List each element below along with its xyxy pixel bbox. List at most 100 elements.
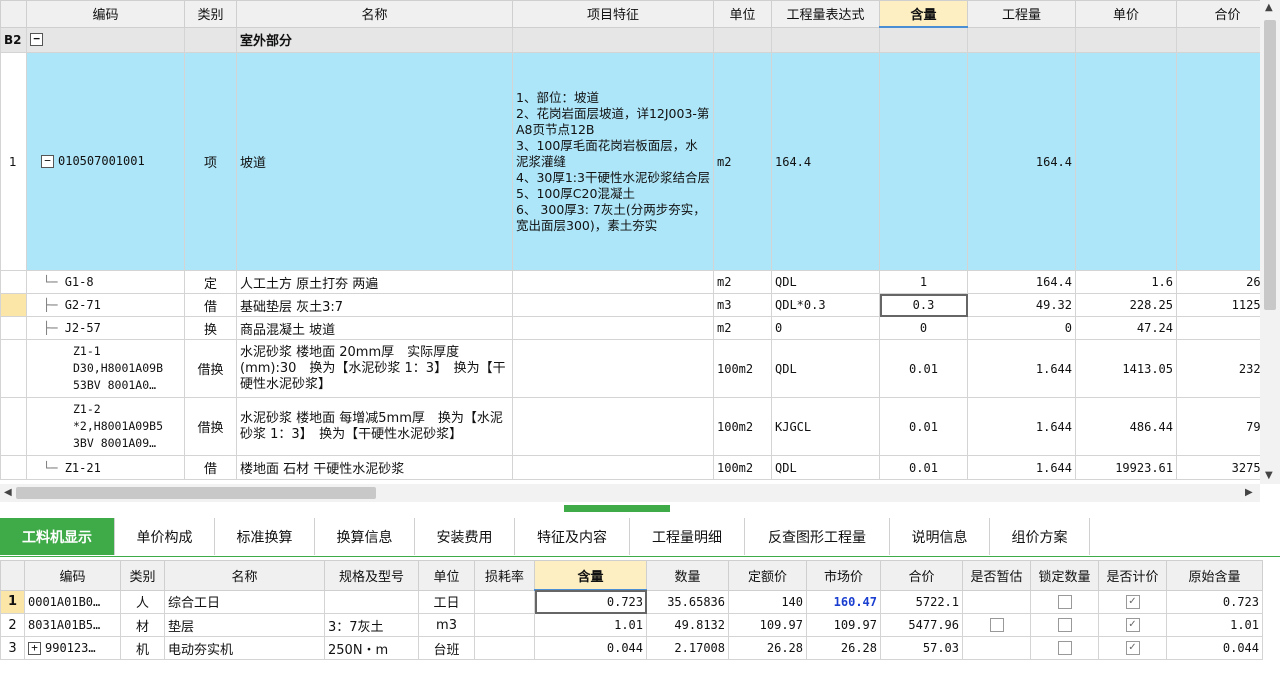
res-loss[interactable] xyxy=(474,589,535,614)
bottom-header-quota-price[interactable]: 定额价 xyxy=(728,560,807,591)
sub-name: 人工土方 原土打夯 两遍 xyxy=(236,270,513,294)
sub-content-selected-cell[interactable]: 0.3 xyxy=(879,293,968,317)
bottom-header-estimated[interactable]: 是否暂估 xyxy=(962,560,1031,591)
bottom-header-type[interactable]: 类别 xyxy=(120,560,165,591)
bottom-header-code[interactable]: 编码 xyxy=(24,560,121,591)
res-spec[interactable]: 3：7灰土 xyxy=(324,613,419,637)
bottom-header-total[interactable]: 合价 xyxy=(880,560,963,591)
collapse-toggle-icon[interactable]: − xyxy=(30,33,43,47)
table-row[interactable]: ├─ G2-71 借 基础垫层 灰土3:7 m3 QDL*0.3 0.3 49.… xyxy=(0,293,1260,317)
table-row[interactable]: 3 +990123… 机 电动夯实机 250N・m 台班 0.044 2.170… xyxy=(0,636,1263,660)
bottom-header-unit[interactable]: 单位 xyxy=(418,560,475,591)
main-expr[interactable]: 164.4 xyxy=(771,52,880,271)
bottom-header-market-price[interactable]: 市场价 xyxy=(806,560,881,591)
checkbox-icon[interactable] xyxy=(1057,641,1072,655)
res-content[interactable]: 0.044 xyxy=(534,636,647,660)
tab-installation-cost[interactable]: 安装费用 xyxy=(415,518,515,555)
table-row[interactable]: 2 8031A01B5… 材 垫层 3：7灰土 m3 1.01 49.8132 … xyxy=(0,613,1263,637)
bottom-header-spec[interactable]: 规格及型号 xyxy=(324,560,419,591)
res-name: 综合工日 xyxy=(164,589,325,614)
bottom-header-orig-content[interactable]: 原始含量 xyxy=(1166,560,1263,591)
tab-features-content[interactable]: 特征及内容 xyxy=(515,518,630,555)
right-arrow-icon[interactable]: ▶ xyxy=(1245,487,1253,498)
table-row[interactable]: └─ Z1-21 借 楼地面 石材 干硬性水泥砂浆 100m2 QDL 0.01… xyxy=(0,455,1260,480)
checkbox-icon[interactable] xyxy=(1057,618,1072,632)
top-header-qty[interactable]: 工程量 xyxy=(967,0,1076,28)
tab-reverse-graphic-quantity[interactable]: 反查图形工程量 xyxy=(745,518,890,555)
down-arrow-icon[interactable]: ▼ xyxy=(1265,470,1273,481)
res-market-price[interactable]: 160.47 xyxy=(806,589,881,614)
checkbox-icon[interactable] xyxy=(1057,594,1072,609)
check-icon[interactable]: ✓ xyxy=(1125,618,1140,632)
sub-content[interactable]: 1 xyxy=(879,270,968,294)
top-header-name[interactable]: 名称 xyxy=(236,0,513,28)
top-header-expr[interactable]: 工程量表达式 xyxy=(771,0,880,28)
resource-grid: 编码 类别 名称 规格及型号 单位 损耗率 含量 数量 定额价 市场价 合价 是… xyxy=(0,560,1263,660)
vertical-scrollbar[interactable]: ▲ ▼ xyxy=(1260,0,1280,484)
table-row[interactable]: Z1-1 D30,H8001A09B 53BV 8001A0… 借换 水泥砂浆 … xyxy=(0,339,1260,398)
horizontal-scrollbar[interactable]: ◀ ▶ xyxy=(0,484,1260,502)
table-row[interactable]: 1 0001A01B0… 人 综合工日 工日 0.723 35.65836 14… xyxy=(0,589,1263,614)
top-header-price[interactable]: 单价 xyxy=(1075,0,1177,28)
tab-unit-price-composition[interactable]: 单价构成 xyxy=(115,518,215,555)
res-name: 垫层 xyxy=(164,613,325,637)
bottom-header-content[interactable]: 含量 xyxy=(534,560,647,591)
sub-expr[interactable]: QDL*0.3 xyxy=(771,293,880,317)
sub-expr[interactable]: KJGCL xyxy=(771,397,880,456)
sub-content[interactable]: 0.01 xyxy=(879,455,968,480)
bottom-header-loss[interactable]: 损耗率 xyxy=(474,560,535,591)
expand-toggle-icon[interactable]: + xyxy=(28,642,41,655)
main-features[interactable]: 1、部位：坡道 2、花岗岩面层坡道，详12J003-第A8页节点12B 3、10… xyxy=(512,52,714,271)
sub-unit: m2 xyxy=(713,316,772,340)
top-header-features[interactable]: 项目特征 xyxy=(512,0,714,28)
main-content[interactable] xyxy=(879,52,968,271)
up-arrow-icon[interactable]: ▲ xyxy=(1265,2,1273,13)
res-market-price[interactable]: 109.97 xyxy=(806,613,881,637)
sub-expr[interactable]: 0 xyxy=(771,316,880,340)
vertical-scroll-thumb[interactable] xyxy=(1264,20,1276,310)
collapse-toggle-icon[interactable]: − xyxy=(41,155,54,168)
check-icon[interactable]: ✓ xyxy=(1125,641,1140,655)
bottom-header-row: 编码 类别 名称 规格及型号 单位 损耗率 含量 数量 定额价 市场价 合价 是… xyxy=(0,560,1263,591)
main-code-cell[interactable]: −010507001001 xyxy=(26,52,185,271)
sub-content[interactable]: 0.01 xyxy=(879,397,968,456)
res-spec[interactable] xyxy=(324,589,419,614)
tab-quantity-details[interactable]: 工程量明细 xyxy=(630,518,745,555)
res-spec[interactable]: 250N・m xyxy=(324,636,419,660)
sub-expr[interactable]: QDL xyxy=(771,455,880,480)
table-row[interactable]: Z1-2 *2,H8001A09B5 3BV 8001A09… 借换 水泥砂浆 … xyxy=(0,397,1260,456)
check-icon[interactable]: ✓ xyxy=(1125,594,1140,609)
left-arrow-icon[interactable]: ◀ xyxy=(4,487,12,498)
tab-pricing-plan[interactable]: 组价方案 xyxy=(990,518,1090,555)
table-row[interactable]: └─ G1-8 定 人工土方 原土打夯 两遍 m2 QDL 1 164.4 1.… xyxy=(0,270,1260,294)
main-item-row[interactable]: 1 −010507001001 项 坡道 1、部位：坡道 2、花岗岩面层坡道，详… xyxy=(0,52,1260,271)
bottom-header-lock-qty[interactable]: 锁定数量 xyxy=(1030,560,1099,591)
tab-standard-conversion[interactable]: 标准换算 xyxy=(215,518,315,555)
top-header-unit[interactable]: 单位 xyxy=(713,0,772,28)
tab-conversion-info[interactable]: 换算信息 xyxy=(315,518,415,555)
res-loss[interactable] xyxy=(474,613,535,637)
sub-content[interactable]: 0 xyxy=(879,316,968,340)
res-market-price[interactable]: 26.28 xyxy=(806,636,881,660)
tab-labor-material-machine[interactable]: 工料机显示 xyxy=(0,518,115,555)
res-loss[interactable] xyxy=(474,636,535,660)
top-header-type[interactable]: 类别 xyxy=(184,0,237,28)
section-row[interactable]: B2 − 室外部分 xyxy=(0,26,1260,53)
bottom-header-priced[interactable]: 是否计价 xyxy=(1098,560,1167,591)
res-content[interactable]: 1.01 xyxy=(534,613,647,637)
sub-expr[interactable]: QDL xyxy=(771,270,880,294)
top-header-code[interactable]: 编码 xyxy=(26,0,185,28)
top-header-total[interactable]: 合价 xyxy=(1176,0,1260,28)
horizontal-scroll-thumb[interactable] xyxy=(16,487,376,499)
bottom-header-qty[interactable]: 数量 xyxy=(646,560,729,591)
res-content-selected-cell[interactable]: 0.723 xyxy=(534,589,647,614)
tab-description-info[interactable]: 说明信息 xyxy=(890,518,990,555)
sub-unit: m3 xyxy=(713,293,772,317)
sub-expr[interactable]: QDL xyxy=(771,339,880,398)
bottom-header-name[interactable]: 名称 xyxy=(164,560,325,591)
checkbox-icon[interactable] xyxy=(989,618,1004,632)
table-row[interactable]: ├─ J2-57 换 商品混凝土 坡道 m2 0 0 0 47.24 xyxy=(0,316,1260,340)
panel-splitter-handle[interactable] xyxy=(564,505,670,512)
top-header-content[interactable]: 含量 xyxy=(879,0,968,28)
sub-content[interactable]: 0.01 xyxy=(879,339,968,398)
